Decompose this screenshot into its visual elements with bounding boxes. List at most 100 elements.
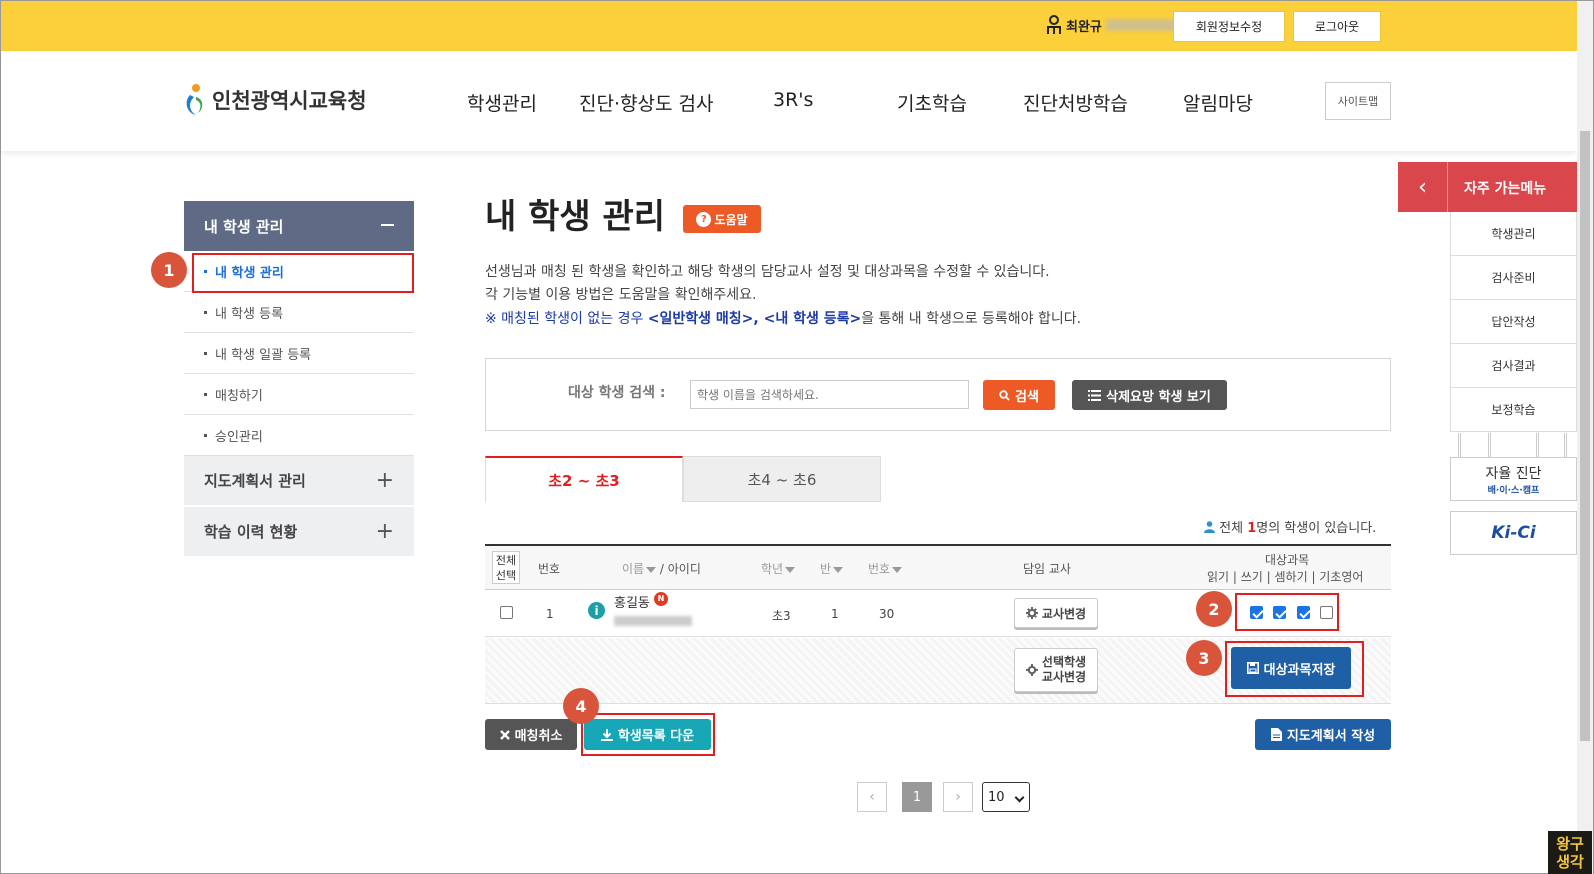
write-plan-button[interactable]: 지도계획서 작성 — [1255, 719, 1391, 750]
selected-change-teacher-label-2: 교사변경 — [1041, 670, 1087, 684]
self-diagnosis-title: 자율 진단 — [1485, 465, 1542, 482]
student-id-redacted — [614, 616, 692, 626]
row-no: 1 — [546, 607, 554, 621]
student-name-label: 홍길동 — [614, 596, 650, 611]
note-links[interactable]: <일반학생 매칭>, <내 학생 등록> — [648, 311, 861, 327]
pagination-page[interactable]: 1 — [902, 782, 932, 812]
quick-menu-header[interactable]: ‹ 자주 가는메뉴 — [1398, 162, 1577, 212]
row-checkbox[interactable] — [500, 606, 513, 619]
chevron-down-icon — [1014, 792, 1025, 803]
bullet-icon — [204, 310, 207, 314]
sidebar-item-label: 매칭하기 — [215, 388, 263, 404]
quick-item-answer[interactable]: 답안작성 — [1450, 300, 1577, 344]
quick-link-self-diagnosis[interactable]: 자율 진단 배·이·스·캠프 — [1450, 457, 1577, 501]
delete-requested-view-button[interactable]: 삭제요망 학생 보기 — [1072, 380, 1227, 410]
gear-icon — [1025, 664, 1038, 676]
close-icon — [499, 729, 510, 740]
profile-edit-button[interactable]: 회원정보수정 — [1173, 11, 1285, 42]
help-label: 도움말 — [714, 212, 748, 227]
sidebar-item-bulk-register[interactable]: 내 학생 일괄 등록 — [184, 333, 414, 374]
help-button[interactable]: ? 도움말 — [683, 205, 761, 233]
sort-icon — [646, 566, 657, 573]
sort-icon — [785, 566, 796, 573]
logo-text: 인천광역시교육청 — [212, 89, 367, 113]
sidebar-group-history[interactable]: 학습 이력 현황 + — [184, 507, 414, 557]
nav-notice[interactable]: 알림마당 — [1183, 89, 1253, 116]
nav-prescription-learning[interactable]: 진단처방학습 — [1023, 89, 1128, 116]
quick-link-kici[interactable]: Ki-Ci — [1450, 511, 1577, 555]
search-input[interactable] — [690, 380, 969, 409]
col-name[interactable]: 이름 / 아이디 — [622, 560, 701, 577]
kici-logo: Ki-Ci — [1491, 523, 1536, 543]
logo[interactable]: 인천광역시교육청 — [184, 83, 367, 117]
page-note: ※ 매칭된 학생이 없는 경우 <일반학생 매칭>, <내 학생 등록>을 통해… — [485, 308, 1081, 328]
bullet-icon — [204, 351, 207, 355]
page-title: 내 학생 관리 — [485, 197, 666, 237]
sidebar-group-label: 학습 이력 현황 — [204, 523, 298, 541]
info-icon[interactable]: i — [588, 602, 605, 619]
col-subject-list: 읽기 | 쓰기 | 셈하기 | 기초영어 — [1207, 570, 1364, 584]
write-plan-label: 지도계획서 작성 — [1286, 729, 1376, 744]
col-number-label: 번호 — [868, 562, 891, 576]
nav-diagnosis-test[interactable]: 진단·향상도 검사 — [579, 89, 713, 116]
delete-view-label: 삭제요망 학생 보기 — [1106, 389, 1211, 405]
scrollbar-thumb[interactable] — [1580, 131, 1590, 741]
nav-student-management[interactable]: 학생관리 — [467, 89, 537, 116]
tab-grade-4-6[interactable]: 초4 ~ 초6 — [683, 456, 881, 502]
col-grade[interactable]: 학년 — [761, 560, 796, 577]
sidebar-item-approval[interactable]: 승인관리 — [184, 415, 414, 456]
col-class-label: 반 — [820, 562, 832, 576]
per-page-value: 10 — [988, 789, 1005, 805]
selected-change-teacher-button[interactable]: 선택학생 교사변경 — [1014, 648, 1098, 692]
tab-grade-2-3[interactable]: 초2 ~ 초3 — [485, 456, 683, 502]
list-icon — [1088, 389, 1102, 401]
total-number: 1 — [1247, 521, 1257, 536]
unmatch-label: 매칭취소 — [514, 729, 563, 744]
quick-item-result[interactable]: 검사결과 — [1450, 344, 1577, 388]
sidebar-item-label: 내 학생 일괄 등록 — [215, 347, 312, 363]
sidebar-item-register[interactable]: 내 학생 등록 — [184, 292, 414, 333]
quick-menu-rails — [1450, 433, 1577, 457]
search-label: 대상 학생 검색 : — [568, 385, 666, 401]
selected-change-teacher-label: 선택학생 교사변경 — [1042, 655, 1086, 685]
annotation-badge-1: 1 — [151, 252, 187, 288]
row-number: 30 — [879, 607, 895, 621]
quick-item-student[interactable]: 학생관리 — [1450, 212, 1577, 256]
student-name[interactable]: 홍길동 N — [614, 592, 669, 611]
select-all-label-2: 선택 — [495, 569, 517, 582]
user-icon — [1047, 15, 1061, 34]
person-icon — [1204, 521, 1215, 533]
col-number[interactable]: 번호 — [868, 560, 903, 577]
page-description: 선생님과 매칭 된 학생을 확인하고 해당 학생의 담당교사 설정 및 대상과목… — [485, 264, 1050, 280]
annotation-badge-2: 2 — [1196, 591, 1232, 627]
pagination-next-button[interactable]: › — [943, 782, 973, 812]
quick-menu-title: 자주 가는메뉴 — [1464, 181, 1547, 197]
logout-button[interactable]: 로그아웃 — [1293, 11, 1381, 42]
user-name-redacted — [1105, 19, 1176, 31]
quick-item-test-prep[interactable]: 검사준비 — [1450, 256, 1577, 300]
col-teacher: 담임 교사 — [1023, 562, 1071, 576]
sidebar-group-plan[interactable]: 지도계획서 관리 + — [184, 456, 414, 506]
expand-icon: + — [375, 468, 394, 493]
gear-icon — [1025, 607, 1038, 619]
per-page-select[interactable]: 10 — [982, 782, 1030, 812]
chevron-left-icon[interactable]: ‹ — [1398, 162, 1448, 212]
total-prefix: 전체 — [1219, 521, 1248, 536]
sidebar-group-label: 지도계획서 관리 — [204, 472, 306, 490]
nav-basic-learning[interactable]: 기초학습 — [897, 89, 967, 116]
bullet-icon — [204, 433, 207, 437]
search-button[interactable]: 검색 — [983, 380, 1055, 410]
change-teacher-button[interactable]: 교사변경 — [1014, 598, 1098, 628]
bullet-icon — [204, 392, 207, 396]
quick-item-supplement[interactable]: 보정학습 — [1450, 388, 1577, 432]
annotation-badge-4: 4 — [563, 688, 599, 724]
col-class[interactable]: 반 — [820, 560, 844, 577]
nav-3rs[interactable]: 3R's — [773, 89, 813, 111]
col-name-label: 이름 — [622, 562, 645, 576]
unmatch-button[interactable]: 매칭취소 — [485, 719, 577, 750]
sidebar-head[interactable]: 내 학생 관리 — [184, 201, 414, 251]
sidebar-item-matching[interactable]: 매칭하기 — [184, 374, 414, 415]
pagination-prev-button[interactable]: ‹ — [857, 782, 887, 812]
select-all-button[interactable]: 전체 선택 — [492, 551, 520, 584]
sitemap-button[interactable]: 사이트맵 — [1325, 82, 1391, 120]
